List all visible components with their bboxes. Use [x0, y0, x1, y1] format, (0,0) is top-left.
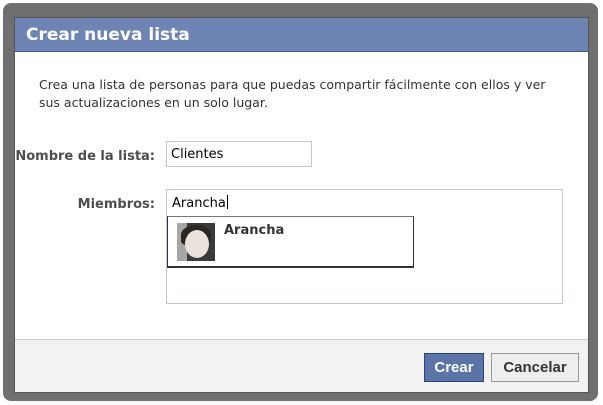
member-suggestion[interactable]: Arancha	[167, 216, 414, 268]
create-button[interactable]: Crear	[424, 353, 484, 382]
list-name-label: Nombre de la lista:	[15, 149, 155, 164]
dialog-description: Crea una lista de personas para que pued…	[39, 77, 546, 110]
list-name-input[interactable]	[166, 141, 312, 167]
suggestion-name: Arancha	[224, 223, 285, 238]
members-text-wrapper: Arancha	[172, 195, 228, 211]
members-input[interactable]: Arancha Arancha	[166, 189, 563, 304]
cancel-button[interactable]: Cancelar	[491, 353, 579, 382]
members-typed-text: Arancha	[172, 196, 226, 211]
dialog-footer: Crear Cancelar	[15, 339, 588, 392]
text-caret	[226, 195, 228, 209]
members-label: Miembros:	[77, 197, 155, 212]
dialog-title: Crear nueva lista	[15, 18, 588, 52]
avatar-face	[185, 230, 209, 258]
create-list-dialog: Crear nueva lista Crea una lista de pers…	[14, 17, 589, 393]
avatar	[177, 223, 215, 261]
